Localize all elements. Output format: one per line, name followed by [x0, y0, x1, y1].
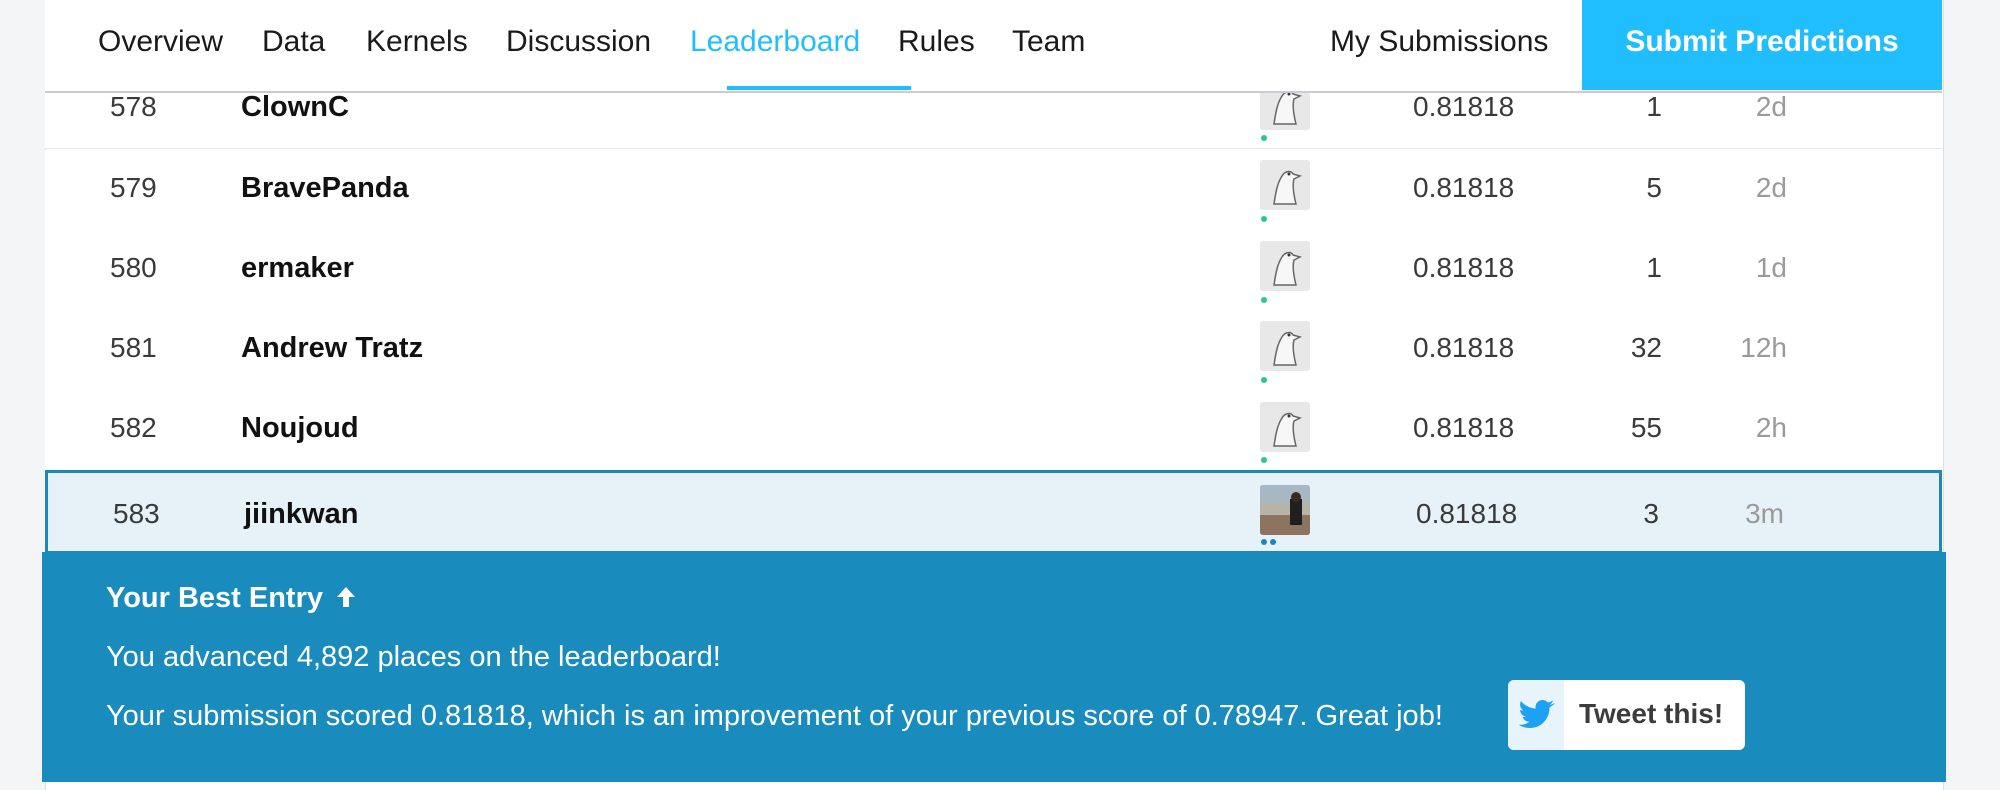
score-cell: 0.81818 — [1413, 412, 1515, 443]
score-cell: 0.81818 — [1413, 172, 1515, 203]
tab-rules[interactable]: Rules — [898, 0, 975, 89]
online-dot-icon — [1261, 297, 1267, 303]
team-name[interactable]: Andrew Tratz — [241, 332, 423, 365]
rank-cell: 579 — [110, 172, 157, 203]
online-dot-icon — [1261, 216, 1267, 222]
team-name[interactable]: ermaker — [241, 252, 354, 285]
my-leaderboard-row[interactable]: 583 jiinkwan 0.81818 3 3m — [45, 470, 1942, 554]
score-cell: 0.81818 — [1413, 91, 1515, 122]
entries-cell: 55 — [1630, 412, 1662, 443]
entries-cell: 1 — [1646, 252, 1662, 283]
tab-team[interactable]: Team — [1012, 0, 1085, 89]
twitter-bird-icon — [1508, 680, 1564, 750]
leaderboard-row[interactable]: 581 Andrew Tratz 0.81818 32 12h — [45, 310, 1942, 391]
team-name[interactable]: ClownC — [241, 91, 349, 124]
tweet-button-label: Tweet this! — [1579, 698, 1724, 729]
online-dot-icon — [1261, 457, 1267, 463]
arrow-up-icon — [337, 587, 356, 607]
my-submissions-link[interactable]: My Submissions — [1330, 0, 1548, 89]
advanced-message: You advanced 4,892 places on the leaderb… — [106, 641, 721, 673]
last-submission-cell: 2d — [1755, 91, 1787, 122]
team-name[interactable]: Noujoud — [241, 412, 359, 445]
online-dot-icon — [1261, 539, 1267, 545]
tab-overview[interactable]: Overview — [98, 0, 223, 89]
tweet-button[interactable]: Tweet this! — [1508, 680, 1745, 750]
entries-cell: 32 — [1630, 332, 1662, 363]
last-submission-cell: 2h — [1755, 412, 1787, 443]
leaderboard-row[interactable]: 579 BravePanda 0.81818 5 2d — [45, 150, 1942, 231]
entries-cell: 5 — [1646, 172, 1662, 203]
entries-cell: 1 — [1646, 91, 1662, 122]
tab-discussion[interactable]: Discussion — [506, 0, 651, 89]
last-submission-cell: 2d — [1755, 172, 1787, 203]
last-submission-cell: 1d — [1755, 252, 1787, 283]
score-message: Your submission scored 0.81818, which is… — [106, 700, 1443, 732]
active-tab-indicator — [727, 86, 911, 90]
goose-avatar-icon[interactable] — [1260, 241, 1310, 291]
best-entry-title: Your Best Entry — [106, 582, 357, 615]
online-dot-icon — [1261, 135, 1267, 141]
team-name[interactable]: BravePanda — [241, 172, 409, 205]
submit-predictions-button[interactable]: Submit Predictions — [1582, 0, 1942, 90]
last-submission-cell: 12h — [1740, 332, 1787, 363]
leaderboard-row[interactable]: 580 ermaker 0.81818 1 1d — [45, 230, 1942, 311]
goose-avatar-icon[interactable] — [1260, 402, 1310, 452]
entries-cell: 3 — [1643, 498, 1659, 529]
goose-avatar-icon[interactable] — [1260, 160, 1310, 210]
score-cell: 0.81818 — [1416, 498, 1518, 529]
tab-kernels[interactable]: Kernels — [366, 0, 468, 89]
best-entry-banner: Your Best Entry You advanced 4,892 place… — [42, 552, 1946, 782]
best-entry-title-text: Your Best Entry — [106, 582, 324, 614]
team-name[interactable]: jiinkwan — [244, 498, 358, 531]
tab-leaderboard[interactable]: Leaderboard — [690, 0, 860, 89]
online-dot-icon — [1261, 377, 1267, 383]
tab-data[interactable]: Data — [262, 0, 325, 89]
rank-cell: 582 — [110, 412, 157, 443]
leaderboard-row[interactable]: 582 Noujoud 0.81818 55 2h — [45, 390, 1942, 471]
score-cell: 0.81818 — [1413, 332, 1515, 363]
rank-cell: 583 — [113, 498, 160, 529]
rank-cell: 578 — [110, 91, 157, 122]
photo-avatar-icon[interactable] — [1260, 485, 1310, 535]
goose-avatar-icon[interactable] — [1260, 321, 1310, 371]
online-dot-icon — [1270, 539, 1276, 545]
score-cell: 0.81818 — [1413, 252, 1515, 283]
rank-cell: 581 — [110, 332, 157, 363]
last-submission-cell: 3m — [1745, 498, 1784, 529]
rank-cell: 580 — [110, 252, 157, 283]
